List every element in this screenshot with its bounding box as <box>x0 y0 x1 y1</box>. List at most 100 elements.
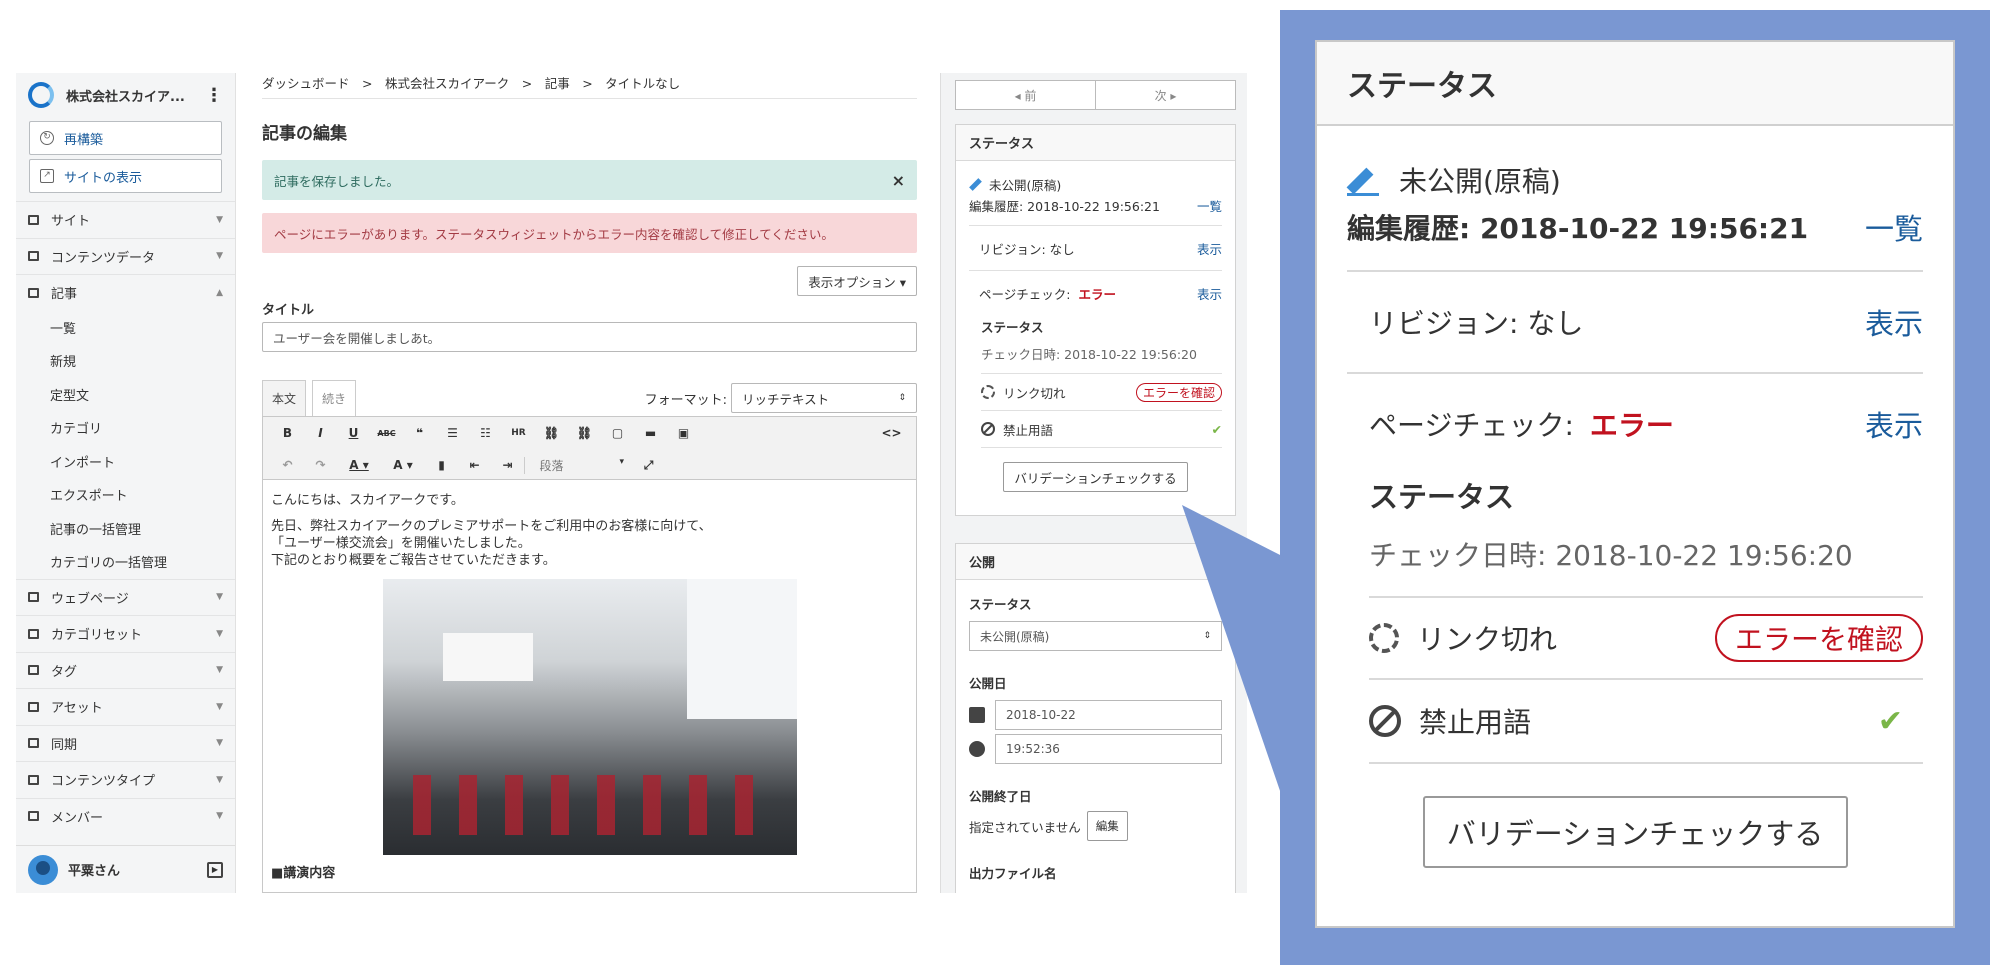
sidebar-item-content-types[interactable]: コンテンツタイプ ▼ <box>16 761 235 798</box>
sidebar-label: サイト <box>51 214 91 230</box>
file-icon[interactable]: ▢ <box>601 426 634 440</box>
page-check-show-link[interactable]: 表示 <box>1197 284 1222 303</box>
sidebar-item-assets[interactable]: アセット ▼ <box>16 688 235 725</box>
select-arrow-icon: ⇕ <box>1203 631 1211 641</box>
next-button[interactable]: 次 ▸ <box>1096 81 1235 109</box>
history-list-link[interactable]: 一覧 <box>1197 196 1222 215</box>
remove-format-icon[interactable]: ▮ <box>425 458 458 472</box>
redo-icon[interactable]: ↷ <box>304 458 337 472</box>
italic-icon[interactable]: I <box>304 426 337 440</box>
user-footer[interactable]: 平粟さん ▶ <box>16 845 235 893</box>
members-icon <box>28 811 39 822</box>
success-alert-text: 記事を保存しました。 <box>274 173 400 189</box>
publish-status-select[interactable]: 未公開(原稿) ⇕ <box>969 621 1222 651</box>
blockquote-icon[interactable]: ❝ <box>403 426 436 440</box>
sidebar-subitem-bulk-articles[interactable]: 記事の一括管理 <box>16 512 235 546</box>
sidebar-item-webpages[interactable]: ウェブページ ▼ <box>16 578 235 616</box>
content-types-icon <box>28 774 39 785</box>
view-site-label: サイトの表示 <box>64 170 143 186</box>
validation-check-button[interactable]: バリデーションチェックする <box>1003 462 1188 492</box>
edit-end-date-button[interactable]: 編集 <box>1086 811 1128 841</box>
zoom-validation-check-button[interactable]: バリデーションチェックする <box>1422 796 1848 868</box>
seminar-photo[interactable] <box>382 579 797 855</box>
asset-icon[interactable]: ▬ <box>634 426 667 440</box>
horizontal-rule-icon[interactable]: HR <box>502 428 535 438</box>
title-input[interactable]: ユーザー会を開催しましあt。 <box>262 322 917 352</box>
outdent-icon[interactable]: ⇤ <box>458 458 491 472</box>
chevron-down-icon: ▾ <box>619 456 624 467</box>
sidebar-subitem-import[interactable]: インポート <box>16 445 235 479</box>
assets-icon <box>28 701 39 712</box>
sidebar-item-site[interactable]: サイト ▼ <box>16 201 235 238</box>
bold-icon[interactable]: B <box>271 426 304 440</box>
close-icon[interactable]: × <box>892 171 905 190</box>
format-select[interactable]: リッチテキスト ⇕ <box>731 383 917 413</box>
strikethrough-icon[interactable]: ABC <box>370 429 403 438</box>
sidebar-item-content-data[interactable]: コンテンツデータ ▼ <box>16 237 235 275</box>
paragraph-label: 段落 <box>539 458 564 473</box>
sidebar-label: ウェブページ <box>51 591 129 607</box>
edit-history: 編集履歴: 2018-10-22 19:56:21 <box>969 199 1160 214</box>
photo-projector-screen <box>442 633 533 681</box>
publish-time-input[interactable]: 19:52:36 <box>995 734 1222 764</box>
org-header[interactable]: 株式会社スカイア... ⋮ <box>16 73 235 117</box>
kebab-menu-icon[interactable]: ⋮ <box>205 85 223 106</box>
rebuild-label: 再構築 <box>64 132 104 148</box>
sidebar-subitem-category[interactable]: カテゴリ <box>16 411 235 445</box>
zoom-revision-label: リビジョン: なし <box>1369 307 1584 340</box>
publish-widget: 公開 ステータス 未公開(原稿) ⇕ 公開日 2018-10-22 19:52:3… <box>955 543 1236 893</box>
title-label: タイトル <box>262 303 315 318</box>
sidebar-item-sync[interactable]: 同期 ▼ <box>16 724 235 762</box>
underline-icon[interactable]: U <box>337 426 370 440</box>
view-error-button[interactable]: エラーを確認 <box>1135 382 1222 402</box>
tab-more[interactable]: 続き <box>312 380 356 416</box>
zoom-view-error-button[interactable]: エラーを確認 <box>1714 614 1923 662</box>
background-color-icon[interactable]: A ▾ <box>381 458 425 472</box>
rebuild-button[interactable]: ↻ 再構築 <box>29 121 222 155</box>
sidebar-label: メンバー <box>51 810 104 826</box>
zoom-revision-show-link[interactable]: 表示 <box>1865 301 1923 343</box>
error-alert: ページにエラーがあります。ステータスウィジェットからエラー内容を確認して修正して… <box>262 213 917 253</box>
sidebar-item-members[interactable]: メンバー ▼ <box>16 797 235 835</box>
source-code-icon[interactable]: <> <box>875 426 908 440</box>
sidebar-item-articles[interactable]: 記事 ▲ <box>16 274 235 311</box>
zoom-check-subtitle: ステータス <box>1369 480 1515 514</box>
collapse-sidebar-icon[interactable]: ▶ <box>207 861 223 878</box>
image-icon[interactable]: ▣ <box>667 426 700 440</box>
indent-icon[interactable]: ⇥ <box>491 458 524 472</box>
paragraph-select[interactable]: 段落 ▾ <box>524 456 624 474</box>
site-icon <box>28 214 39 225</box>
sidebar-subitem-export[interactable]: エクスポート <box>16 478 235 512</box>
revision-show-link[interactable]: 表示 <box>1197 239 1222 258</box>
sidebar-subitem-list[interactable]: 一覧 <box>16 311 235 345</box>
fullscreen-icon[interactable]: ⤢ <box>632 458 665 473</box>
pencil-icon <box>1347 164 1379 196</box>
publish-date-input[interactable]: 2018-10-22 <box>995 700 1222 730</box>
sidebar-item-tags[interactable]: タグ ▼ <box>16 651 235 689</box>
view-site-button[interactable]: ↗ サイトの表示 <box>29 159 222 193</box>
zoom-page-check-show-link[interactable]: 表示 <box>1865 403 1923 445</box>
tab-body[interactable]: 本文 <box>262 380 306 416</box>
revision-label: リビジョン: なし <box>979 241 1075 257</box>
zoom-history-list-link[interactable]: 一覧 <box>1865 206 1923 248</box>
prev-button[interactable]: ◂ 前 <box>956 81 1096 109</box>
undo-icon[interactable]: ↶ <box>271 458 304 472</box>
link-icon[interactable]: ⛓ <box>535 426 568 440</box>
sidebar-item-category-sets[interactable]: カテゴリセット ▼ <box>16 615 235 652</box>
numbered-list-icon[interactable]: ☷ <box>469 426 502 440</box>
status-widget: ステータス 未公開(原稿) 編集履歴: 2018-10-22 19:56:21 一… <box>955 124 1236 516</box>
text-color-icon[interactable]: A ▾ <box>337 458 381 472</box>
display-options-button[interactable]: 表示オプション ▾ <box>797 266 917 296</box>
sidebar-subitem-boilerplate[interactable]: 定型文 <box>16 378 235 412</box>
sidebar-label: コンテンツタイプ <box>51 774 156 790</box>
logo-icon <box>28 82 54 108</box>
breadcrumb[interactable]: ダッシュボード > 株式会社スカイアーク > 記事 > タイトルなし <box>262 73 917 99</box>
sidebar-subitem-bulk-categories[interactable]: カテゴリの一括管理 <box>16 545 235 579</box>
bullet-list-icon[interactable]: ☰ <box>436 426 469 440</box>
sidebar-subitem-new[interactable]: 新規 <box>16 344 235 378</box>
unlink-icon[interactable]: ⛓ <box>568 426 601 440</box>
prev-next-nav: ◂ 前 次 ▸ <box>955 80 1236 110</box>
rich-text-editor[interactable]: こんにちは、スカイアークです。 先日、弊社スカイアークのプレミアサポートをご利用… <box>262 480 917 893</box>
chevron-down-icon: ▼ <box>216 214 223 225</box>
right-panel: ◂ 前 次 ▸ ステータス 未公開(原稿) 編集履歴: 2018-10-22 1… <box>940 73 1247 893</box>
